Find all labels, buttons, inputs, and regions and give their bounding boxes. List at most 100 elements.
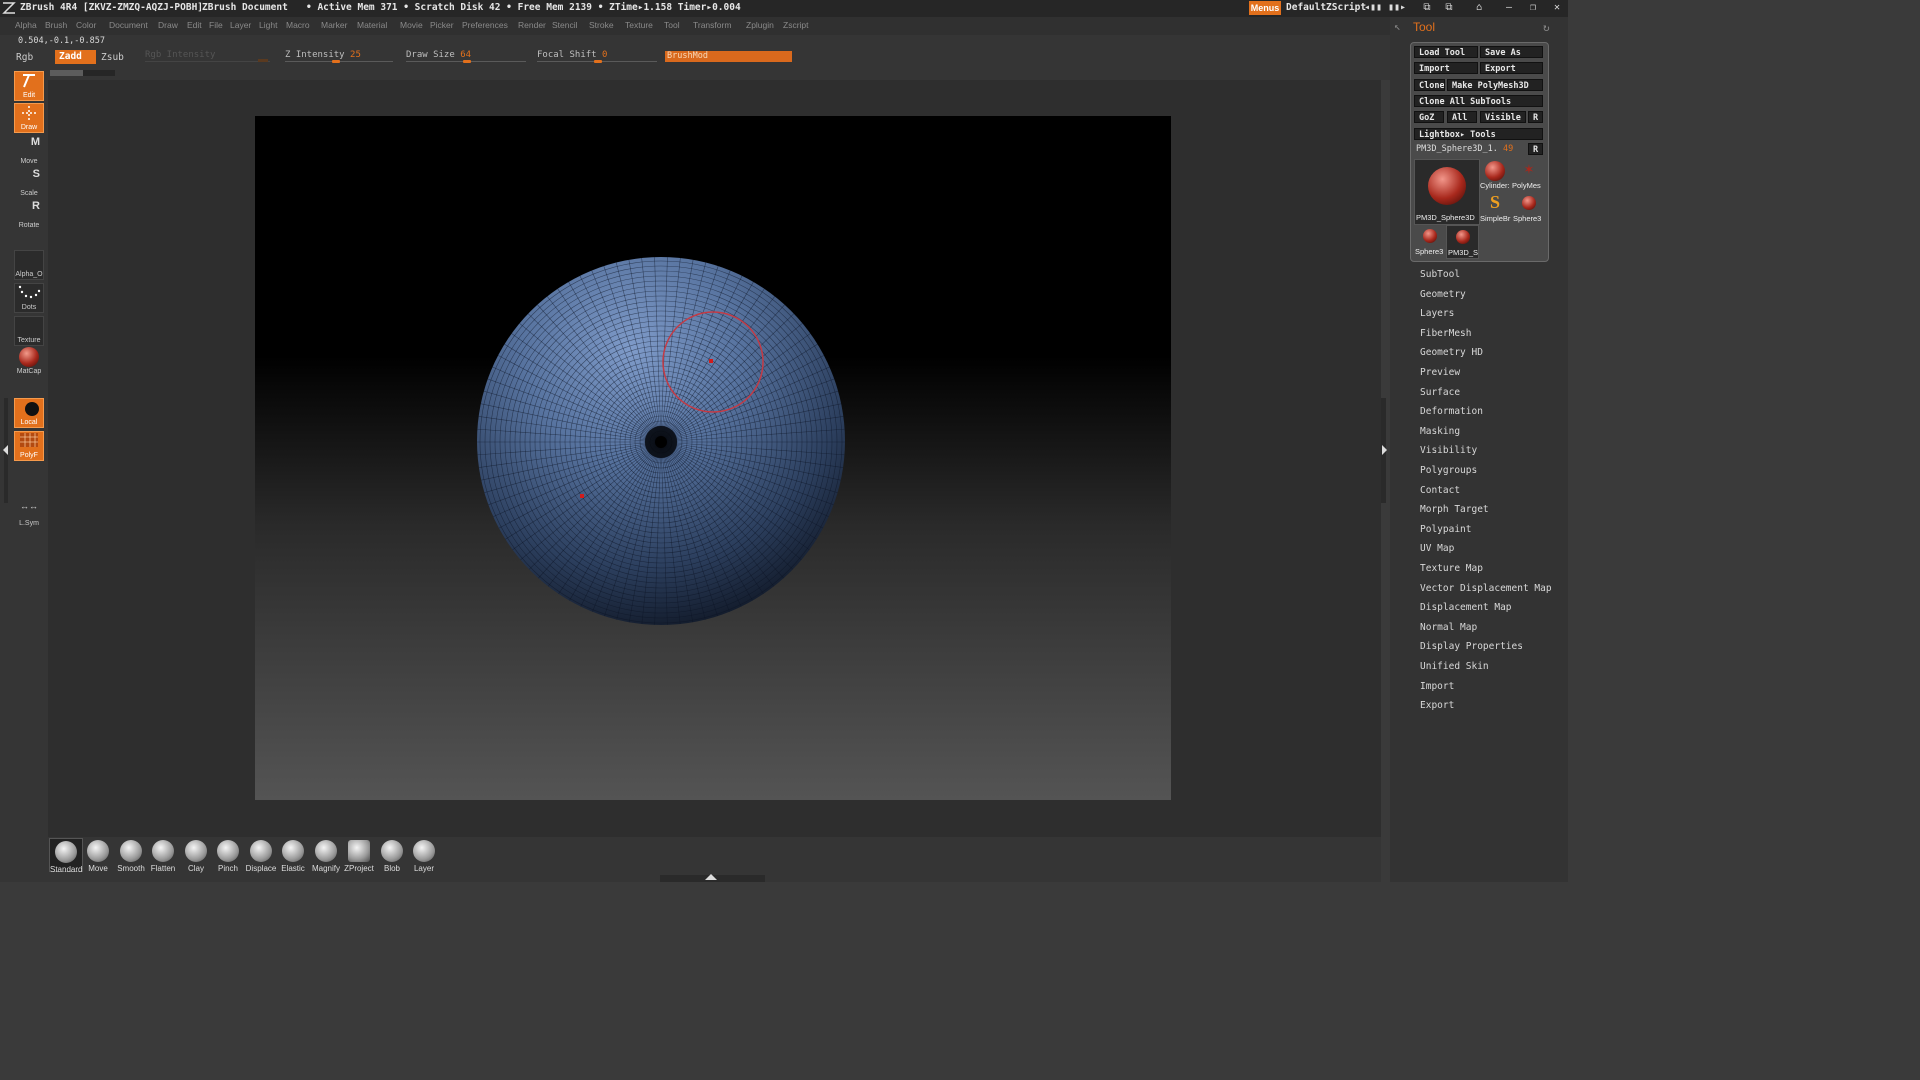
- brush-blob[interactable]: Blob: [376, 838, 408, 873]
- menu-stencil[interactable]: Stencil: [552, 20, 578, 30]
- brush-elastic[interactable]: Elastic: [277, 838, 309, 873]
- menu-file[interactable]: File: [209, 20, 223, 30]
- layout-prev-icon[interactable]: ◂▮▮: [1364, 2, 1382, 14]
- tool-menu-import[interactable]: Import: [1420, 681, 1454, 692]
- tool-menu-surface[interactable]: Surface: [1420, 387, 1460, 398]
- menu-tool[interactable]: Tool: [664, 20, 680, 30]
- menu-material[interactable]: Material: [357, 20, 387, 30]
- brush-layer[interactable]: Layer: [408, 838, 440, 873]
- goz-all-button[interactable]: All: [1447, 111, 1477, 123]
- pin-icon[interactable]: ↖: [1394, 20, 1401, 33]
- close-icon[interactable]: ✕: [1548, 2, 1566, 14]
- default-zscript-label[interactable]: DefaultZScript: [1286, 2, 1366, 13]
- tool-menu-texture-map[interactable]: Texture Map: [1420, 563, 1483, 574]
- tool-menu-deformation[interactable]: Deformation: [1420, 406, 1483, 417]
- rotate-button[interactable]: R Rotate: [14, 200, 44, 230]
- rgb-toggle[interactable]: Rgb: [16, 52, 33, 63]
- move-button[interactable]: M Move: [14, 136, 44, 166]
- menus-button[interactable]: Menus: [1249, 1, 1281, 15]
- tool-menu-layers[interactable]: Layers: [1420, 308, 1454, 319]
- menu-zplugin[interactable]: Zplugin: [746, 20, 774, 30]
- restore-icon[interactable]: ❐: [1524, 2, 1542, 14]
- bottom-tray-arrow-icon[interactable]: [705, 874, 717, 880]
- matcap-button[interactable]: MatCap: [14, 346, 44, 376]
- rgb-intensity-knob[interactable]: [258, 59, 268, 62]
- tool-menu-polygroups[interactable]: Polygroups: [1420, 465, 1477, 476]
- menu-layer[interactable]: Layer: [230, 20, 251, 30]
- lightbox-tools-button[interactable]: Lightbox▸ Tools: [1414, 128, 1543, 140]
- polyframe-button[interactable]: PolyF: [14, 431, 44, 461]
- alpha-button[interactable]: Alpha_O: [14, 250, 44, 280]
- tool-thumb-sphere3d-a[interactable]: Sphere3: [1512, 192, 1546, 224]
- sphere-mesh[interactable]: [255, 116, 1171, 800]
- reset-icon[interactable]: ↻: [1543, 21, 1550, 34]
- tool-menu-export[interactable]: Export: [1420, 700, 1454, 711]
- tool-menu-preview[interactable]: Preview: [1420, 367, 1460, 378]
- brush-displace[interactable]: Displace: [245, 838, 277, 873]
- menu-light[interactable]: Light: [259, 20, 277, 30]
- tool-r-button[interactable]: R: [1528, 143, 1543, 155]
- tool-menu-display-properties[interactable]: Display Properties: [1420, 641, 1523, 652]
- menu-stroke[interactable]: Stroke: [589, 20, 614, 30]
- local-button[interactable]: Local: [14, 398, 44, 428]
- focal-shift-slider[interactable]: Focal Shift 0: [537, 50, 607, 60]
- draw-size-knob[interactable]: [463, 60, 471, 63]
- make-polymesh3d-button[interactable]: Make PolyMesh3D: [1447, 79, 1543, 91]
- tool-menu-displacement-map[interactable]: Displacement Map: [1420, 602, 1512, 613]
- brushmod-slider[interactable]: BrushMod: [665, 51, 792, 62]
- ui-layout-b-icon[interactable]: ⧉: [1440, 2, 1458, 14]
- tool-menu-unified-skin[interactable]: Unified Skin: [1420, 661, 1489, 672]
- menu-draw[interactable]: Draw: [158, 20, 178, 30]
- brush-move[interactable]: Move: [82, 838, 114, 873]
- brush-standard[interactable]: Standard: [49, 838, 83, 874]
- goz-button[interactable]: GoZ: [1414, 111, 1444, 123]
- tool-palette-title[interactable]: Tool: [1413, 20, 1435, 34]
- tool-thumb-sphere3d-b[interactable]: Sphere3: [1414, 225, 1445, 257]
- tool-thumb-pm3d-s[interactable]: PM3D_S: [1446, 225, 1479, 259]
- tool-menu-geometry[interactable]: Geometry: [1420, 289, 1466, 300]
- tool-menu-masking[interactable]: Masking: [1420, 426, 1460, 437]
- menu-brush[interactable]: Brush: [45, 20, 67, 30]
- menu-document[interactable]: Document: [109, 20, 148, 30]
- left-tray-arrow-icon[interactable]: [3, 445, 8, 455]
- tool-menu-geometry-hd[interactable]: Geometry HD: [1420, 347, 1483, 358]
- rgb-intensity-track[interactable]: [145, 61, 270, 62]
- save-ui-icon[interactable]: ⌂: [1470, 2, 1488, 14]
- edit-button[interactable]: Edit: [14, 71, 44, 101]
- zadd-toggle[interactable]: Zadd: [55, 50, 96, 64]
- brush-pinch[interactable]: Pinch: [212, 838, 244, 873]
- tool-menu-uv-map[interactable]: UV Map: [1420, 543, 1454, 554]
- menu-picker[interactable]: Picker: [430, 20, 454, 30]
- document-canvas[interactable]: [255, 116, 1171, 800]
- export-button[interactable]: Export: [1480, 62, 1543, 74]
- brush-flatten[interactable]: Flatten: [147, 838, 179, 873]
- tool-thumb-simplebrush[interactable]: S SimpleBr: [1480, 192, 1510, 224]
- save-as-button[interactable]: Save As: [1480, 46, 1543, 58]
- tool-thumb-pm3d-sphere3d[interactable]: PM3D_Sphere3D: [1414, 159, 1480, 225]
- menu-preferences[interactable]: Preferences: [462, 20, 508, 30]
- tool-menu-normal-map[interactable]: Normal Map: [1420, 622, 1477, 633]
- current-tool-name[interactable]: PM3D_Sphere3D_1. 49: [1416, 144, 1513, 154]
- scale-button[interactable]: S Scale: [14, 168, 44, 198]
- zsub-toggle[interactable]: Zsub: [101, 52, 124, 63]
- menu-macro[interactable]: Macro: [286, 20, 310, 30]
- right-tray-arrow-icon[interactable]: [1382, 445, 1387, 455]
- menu-zscript[interactable]: Zscript: [783, 20, 809, 30]
- clone-all-subtools-button[interactable]: Clone All SubTools: [1414, 95, 1543, 107]
- goz-r-button[interactable]: R: [1528, 111, 1543, 123]
- z-intensity-slider[interactable]: Z Intensity 25: [285, 50, 361, 60]
- tool-thumb-polymesh[interactable]: ✶ PolyMes: [1512, 159, 1546, 191]
- tool-thumb-cylinder[interactable]: Cylinder:: [1480, 159, 1510, 191]
- tool-menu-polypaint[interactable]: Polypaint: [1420, 524, 1471, 535]
- brush-smooth[interactable]: Smooth: [115, 838, 147, 873]
- texture-button[interactable]: Texture: [14, 316, 44, 346]
- brush-magnify[interactable]: Magnify: [310, 838, 342, 873]
- tool-menu-visibility[interactable]: Visibility: [1420, 445, 1477, 456]
- menu-transform[interactable]: Transform: [693, 20, 731, 30]
- menu-alpha[interactable]: Alpha: [15, 20, 37, 30]
- menu-render[interactable]: Render: [518, 20, 546, 30]
- menu-marker[interactable]: Marker: [321, 20, 347, 30]
- menu-edit[interactable]: Edit: [187, 20, 202, 30]
- tool-menu-subtool[interactable]: SubTool: [1420, 269, 1460, 280]
- stroke-dots-button[interactable]: Dots: [14, 283, 44, 313]
